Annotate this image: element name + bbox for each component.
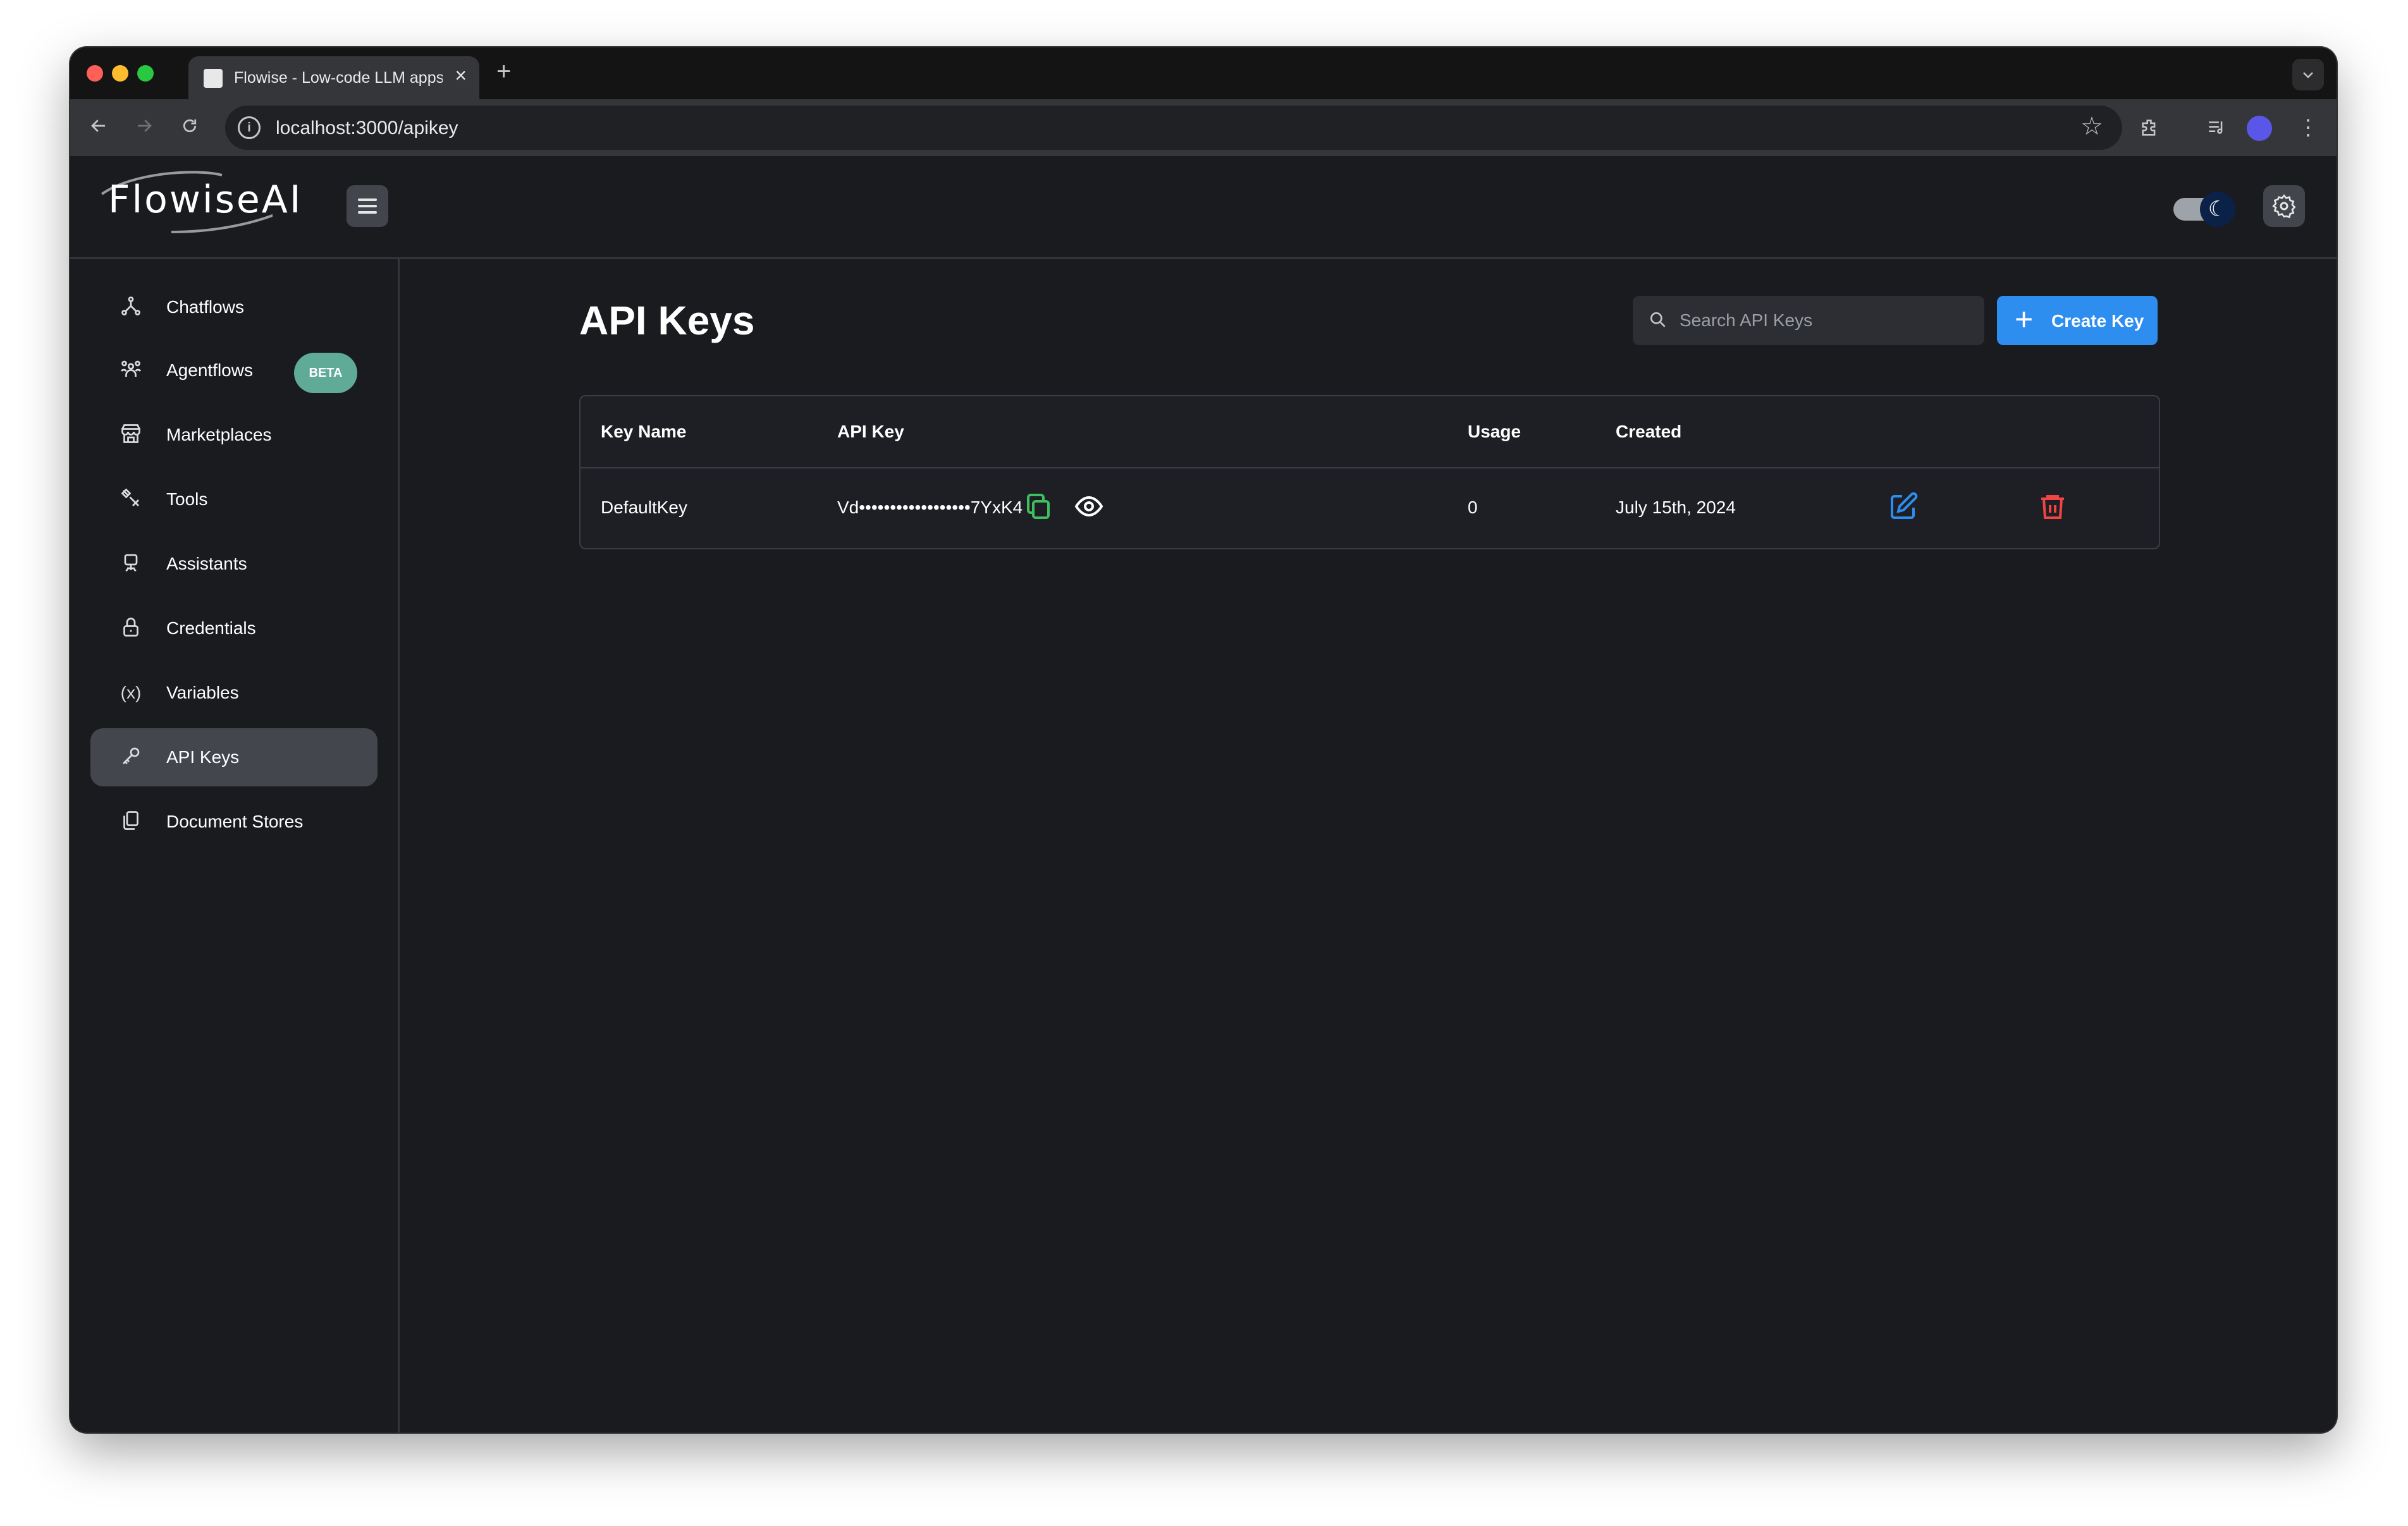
- api-keys-table: Key Name API Key Usage Created DefaultKe…: [579, 395, 2160, 549]
- browser-menu-icon[interactable]: ⋮: [2291, 111, 2325, 145]
- lock-icon: [118, 616, 144, 641]
- moon-icon: ☾: [2200, 192, 2235, 227]
- sidebar-item-variables[interactable]: (x) Variables: [90, 664, 378, 722]
- back-arrow-icon: [91, 119, 105, 132]
- edit-icon[interactable]: [1888, 491, 1919, 522]
- sidebar-item-document-stores[interactable]: Document Stores: [90, 793, 378, 851]
- column-header-usage: Usage: [1468, 422, 1521, 441]
- key-name-cell: DefaultKey: [601, 497, 687, 517]
- app-logo[interactable]: FlowiseAI: [108, 178, 303, 222]
- forward-button[interactable]: [127, 111, 161, 145]
- tab-title: Flowise - Low-code LLM apps: [234, 69, 443, 87]
- favicon-icon: [204, 69, 223, 88]
- sidebar-item-label: API Keys: [166, 747, 240, 767]
- reload-icon: [183, 119, 197, 133]
- column-header-key-name: Key Name: [601, 422, 687, 441]
- url-text: localhost:3000/apikey: [276, 118, 458, 138]
- gear-icon: [2272, 194, 2296, 219]
- settings-button[interactable]: [2263, 185, 2305, 227]
- assistants-icon: [118, 551, 144, 577]
- sidebar-item-credentials[interactable]: Credentials: [90, 599, 378, 657]
- tab-close-icon[interactable]: ×: [455, 65, 467, 85]
- address-bar[interactable]: i localhost:3000/apikey ☆: [225, 106, 2122, 150]
- extensions-icon[interactable]: [2133, 111, 2167, 145]
- media-controls-icon[interactable]: [2200, 111, 2234, 145]
- agentflows-icon: [118, 358, 144, 383]
- beta-badge: BETA: [294, 353, 357, 393]
- sidebar-item-chatflows[interactable]: Chatflows: [90, 278, 378, 336]
- column-header-created: Created: [1616, 422, 1682, 441]
- sidebar-item-label: Variables: [166, 683, 239, 702]
- sidebar-item-label: Marketplaces: [166, 425, 272, 444]
- create-key-label: Create Key: [2051, 311, 2144, 331]
- tab-strip: Flowise - Low-code LLM apps × +: [70, 47, 2337, 99]
- sidebar-item-label: Agentflows: [166, 360, 253, 380]
- dark-mode-toggle[interactable]: ☾: [2173, 192, 2237, 227]
- bookmark-star-icon[interactable]: ☆: [2080, 112, 2103, 141]
- sidebar-item-label: Credentials: [166, 618, 256, 638]
- page-title: API Keys: [579, 298, 755, 343]
- sidebar-item-tools[interactable]: Tools: [90, 470, 378, 528]
- search-input[interactable]: [1678, 307, 1972, 334]
- key-icon: [118, 745, 144, 770]
- sidebar-item-agentflows[interactable]: Agentflows BETA: [90, 341, 378, 400]
- column-header-api-key: API Key: [837, 422, 904, 441]
- close-window-button[interactable]: [87, 65, 103, 82]
- sidebar-toggle-button[interactable]: [347, 185, 388, 227]
- chatflows-icon: [118, 295, 144, 320]
- reload-button[interactable]: [173, 111, 207, 145]
- api-key-cell: Vd••••••••••••••••••7YxK4: [837, 497, 1023, 517]
- chevron-down-icon: [2303, 72, 2313, 78]
- browser-window: Flowise - Low-code LLM apps × + i localh…: [70, 47, 2337, 1432]
- tools-icon: [118, 487, 144, 512]
- variables-icon: (x): [120, 683, 142, 702]
- sidebar-item-api-keys[interactable]: API Keys: [90, 728, 378, 786]
- sidebar-item-label: Chatflows: [166, 297, 244, 317]
- created-cell: July 15th, 2024: [1616, 497, 1736, 517]
- plus-icon: +: [2015, 302, 2034, 337]
- sidebar-item-label: Assistants: [166, 554, 247, 573]
- sidebar-item-assistants[interactable]: Assistants: [90, 535, 378, 593]
- delete-icon[interactable]: [2037, 491, 2068, 522]
- site-info-icon[interactable]: i: [238, 116, 261, 139]
- new-tab-button[interactable]: +: [496, 59, 511, 84]
- browser-tab[interactable]: Flowise - Low-code LLM apps ×: [188, 56, 479, 99]
- profile-avatar[interactable]: [2247, 116, 2272, 141]
- table-header: Key Name API Key Usage Created: [580, 396, 2159, 468]
- eye-icon[interactable]: [1074, 491, 1104, 522]
- copy-icon[interactable]: [1023, 491, 1054, 522]
- forward-arrow-icon: [138, 119, 152, 132]
- create-key-button[interactable]: + Create Key: [1997, 296, 2158, 345]
- document-stores-icon: [118, 809, 144, 834]
- search-icon: [1650, 312, 1666, 327]
- back-button[interactable]: [82, 111, 116, 145]
- browser-toolbar: i localhost:3000/apikey ☆ ⋮: [70, 99, 2337, 156]
- search-box[interactable]: [1633, 296, 1984, 345]
- minimize-window-button[interactable]: [112, 65, 128, 82]
- usage-cell: 0: [1468, 497, 1478, 517]
- marketplace-icon: [118, 422, 144, 448]
- sidebar-item-label: Document Stores: [166, 812, 304, 831]
- sidebar-item-label: Tools: [166, 489, 208, 509]
- sidebar: Chatflows Agentflows BETA Marketplaces T…: [70, 259, 400, 1432]
- sidebar-item-marketplaces[interactable]: Marketplaces: [90, 406, 378, 464]
- app-header: FlowiseAI ☾: [70, 156, 2337, 259]
- tab-search-button[interactable]: [2292, 59, 2324, 90]
- maximize-window-button[interactable]: [137, 65, 154, 82]
